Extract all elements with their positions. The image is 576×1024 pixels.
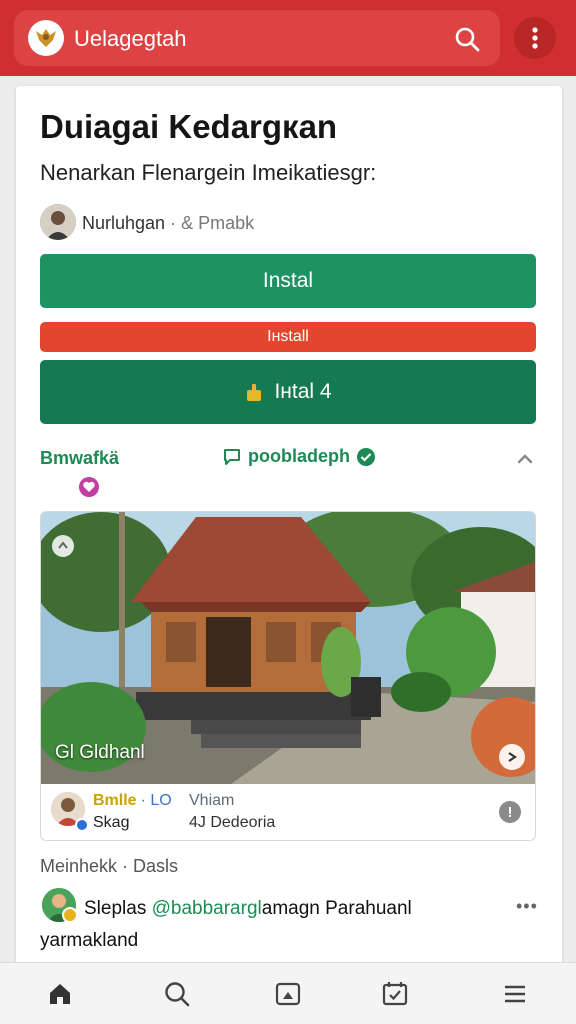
- eagle-emblem-icon[interactable]: [28, 20, 64, 56]
- install-tertiary-label: Iнtal 4: [274, 380, 332, 403]
- expand-icon[interactable]: [51, 534, 75, 558]
- image-caption: Gl Gldhanl: [55, 742, 145, 763]
- thumbs-up-icon: [247, 384, 262, 401]
- page-title: Duiagai Kedargкan: [40, 108, 338, 145]
- avatar[interactable]: [40, 204, 76, 240]
- heart-icon[interactable]: [78, 476, 100, 498]
- info-icon[interactable]: [499, 801, 521, 823]
- calendar-check-icon[interactable]: [380, 979, 410, 1009]
- badge-icon: [62, 907, 78, 923]
- more-horizontal-icon[interactable]: •••: [516, 896, 538, 917]
- home-icon[interactable]: [45, 979, 75, 1009]
- menu-lines-icon[interactable]: [500, 979, 530, 1009]
- search-icon[interactable]: [450, 22, 484, 56]
- tab-mid-label: poobladeph: [248, 446, 350, 466]
- page-subtitle: Nenarkan Flenargein Imeikatiesgr:: [40, 160, 377, 185]
- post-user-sub: Skag: [93, 814, 130, 831]
- bottom-navigation: [0, 962, 576, 1024]
- comment-icon: [224, 448, 240, 465]
- install-secondary-button[interactable]: Iнstall: [40, 322, 536, 352]
- comment-author[interactable]: Sleplas: [84, 898, 146, 919]
- verified-badge-icon: [75, 818, 89, 832]
- author-meta: · & Pmabk: [170, 213, 255, 233]
- comment-continuation: yarmakland: [40, 930, 139, 951]
- chevron-up-icon[interactable]: [514, 448, 536, 470]
- top-app-bar: Uelagegtah: [0, 0, 576, 76]
- verified-check-icon: [357, 447, 375, 466]
- section-tabs: Bmwafkä poobladeph: [40, 446, 536, 472]
- author-name[interactable]: Nurluhgan: [82, 213, 165, 233]
- next-icon[interactable]: [499, 744, 525, 770]
- post-meta-top: Vhiam: [189, 792, 235, 809]
- comment-handle[interactable]: @babbarargl: [152, 898, 262, 919]
- comment-body: amagn Parahuanl: [261, 898, 412, 919]
- tab-left[interactable]: Bmwafkä: [40, 448, 119, 469]
- app-title: Uelagegtah: [74, 26, 187, 51]
- posts-header: Meinhekk · Dasls: [40, 856, 179, 876]
- search-icon[interactable]: [162, 979, 192, 1009]
- post-meta-bottom: 4J Dedeoria: [189, 814, 276, 831]
- tab-mid[interactable]: poobladeph: [222, 446, 376, 467]
- post-user-suffix: · LO: [140, 792, 172, 809]
- post-user-name[interactable]: Bmlle · LO: [93, 792, 172, 810]
- media-icon[interactable]: [273, 979, 303, 1009]
- more-vertical-icon[interactable]: [514, 17, 556, 59]
- post-footer: Bmlle · LO Skag Vhiam 4J Dedeoria: [41, 784, 535, 840]
- install-tertiary-button[interactable]: Iнtal 4: [40, 360, 536, 424]
- post-card[interactable]: Gl Gldhanl Bmlle · LO Skag Vhiam 4J Dedeo…: [40, 511, 536, 841]
- author-line: Nurluhgan · & Pmabk: [82, 213, 254, 234]
- install-button[interactable]: Instal: [40, 254, 536, 308]
- comment-text: Sleplas @babbararglamagn Parahuanl: [84, 898, 412, 920]
- post-user-name-label: Bmlle: [93, 792, 137, 809]
